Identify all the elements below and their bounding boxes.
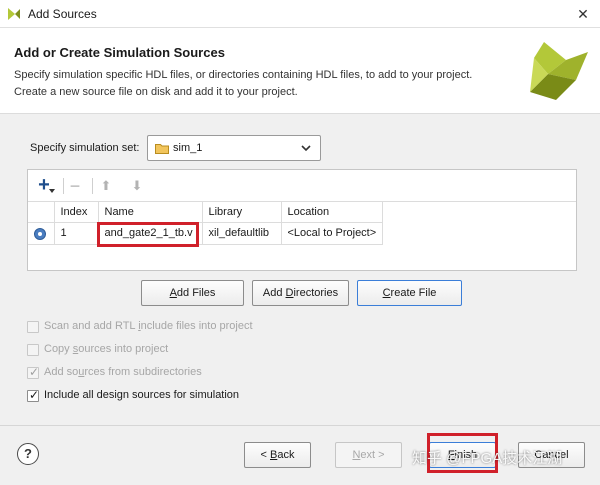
- row-library-cell[interactable]: xil_defaultlib: [202, 222, 282, 245]
- simset-value: sim_1: [173, 142, 203, 154]
- page-title: Add or Create Simulation Sources: [14, 45, 225, 60]
- checkmark-icon: ✓: [29, 365, 40, 379]
- folder-icon: [155, 144, 169, 154]
- close-button[interactable]: ✕: [572, 4, 594, 24]
- verilog-file-icon: [34, 227, 46, 240]
- window-title: Add Sources: [28, 7, 97, 21]
- title-bar: Add Sources ✕: [0, 0, 600, 28]
- checkmark-icon: ✓: [29, 388, 40, 402]
- row-location-cell: <Local to Project>: [281, 222, 384, 245]
- table-row[interactable]: 1 and_gate2_1_tb.v xil_defaultlib <Local…: [28, 222, 384, 245]
- vivado-logo-icon: [530, 42, 588, 100]
- chevron-down-icon: [301, 145, 311, 152]
- wizard-header: Add or Create Simulation Sources Specify…: [0, 28, 600, 114]
- column-header-icon[interactable]: [28, 202, 55, 223]
- sources-table: Index Name Library Location 1 and_gate2_…: [28, 202, 384, 245]
- add-files-mnemonic: A: [169, 287, 177, 299]
- option-label: Scan and add RTL include files into proj…: [44, 320, 253, 332]
- add-files-label: dd Files: [176, 287, 216, 299]
- row-status-cell: [28, 222, 55, 245]
- checkbox[interactable]: ✓: [27, 388, 40, 402]
- table-header-row: Index Name Library Location: [28, 202, 384, 223]
- checkbox: [27, 321, 39, 333]
- column-header-index[interactable]: Index: [54, 202, 99, 223]
- next-button[interactable]: Next >: [335, 442, 402, 468]
- option-label[interactable]: Include all design sources for simulatio…: [44, 389, 239, 401]
- column-header-location[interactable]: Location: [281, 202, 384, 223]
- create-file-button[interactable]: Create File: [357, 280, 462, 306]
- checkbox: [27, 344, 39, 356]
- add-directories-button[interactable]: Add Directories: [252, 280, 349, 306]
- add-files-button[interactable]: Add Files: [141, 280, 244, 306]
- row-index-cell: 1: [54, 222, 99, 245]
- add-icon[interactable]: +: [33, 175, 55, 196]
- back-button[interactable]: < Back: [244, 442, 311, 468]
- help-button[interactable]: ?: [17, 443, 39, 465]
- footer-divider: [0, 425, 600, 426]
- page-description-line1: Specify simulation specific HDL files, o…: [14, 69, 473, 81]
- move-up-icon[interactable]: ⬆: [95, 176, 117, 196]
- sources-toolbar: + − ⬆ ⬇: [28, 170, 576, 202]
- option-label: Add sources from subdirectories: [44, 366, 202, 378]
- add-directories-label: irectories: [293, 287, 339, 299]
- toolbar-divider: [92, 178, 93, 194]
- simset-label: Specify simulation set:: [30, 142, 140, 154]
- page-description-line2: Create a new source file on disk and add…: [14, 86, 298, 98]
- move-down-icon[interactable]: ⬇: [126, 176, 148, 196]
- name-highlight-box: [97, 222, 199, 247]
- add-directories-label-pre: Add: [262, 287, 286, 299]
- checkbox: ✓: [27, 365, 40, 379]
- add-menu-arrow-icon[interactable]: [49, 189, 55, 193]
- column-header-name[interactable]: Name: [98, 202, 203, 223]
- finish-highlight-box: [427, 433, 498, 473]
- create-file-label: reate File: [390, 287, 437, 299]
- vivado-app-icon: [8, 8, 20, 20]
- option-label: Copy sources into project: [44, 343, 169, 355]
- remove-icon[interactable]: −: [64, 176, 86, 196]
- column-header-library[interactable]: Library: [202, 202, 282, 223]
- simset-dropdown[interactable]: sim_1: [147, 135, 321, 161]
- cancel-button[interactable]: Cancel: [518, 442, 585, 468]
- sources-panel: + − ⬆ ⬇ Index Name Library Location 1 an…: [27, 169, 577, 271]
- create-file-mnemonic: C: [382, 287, 391, 299]
